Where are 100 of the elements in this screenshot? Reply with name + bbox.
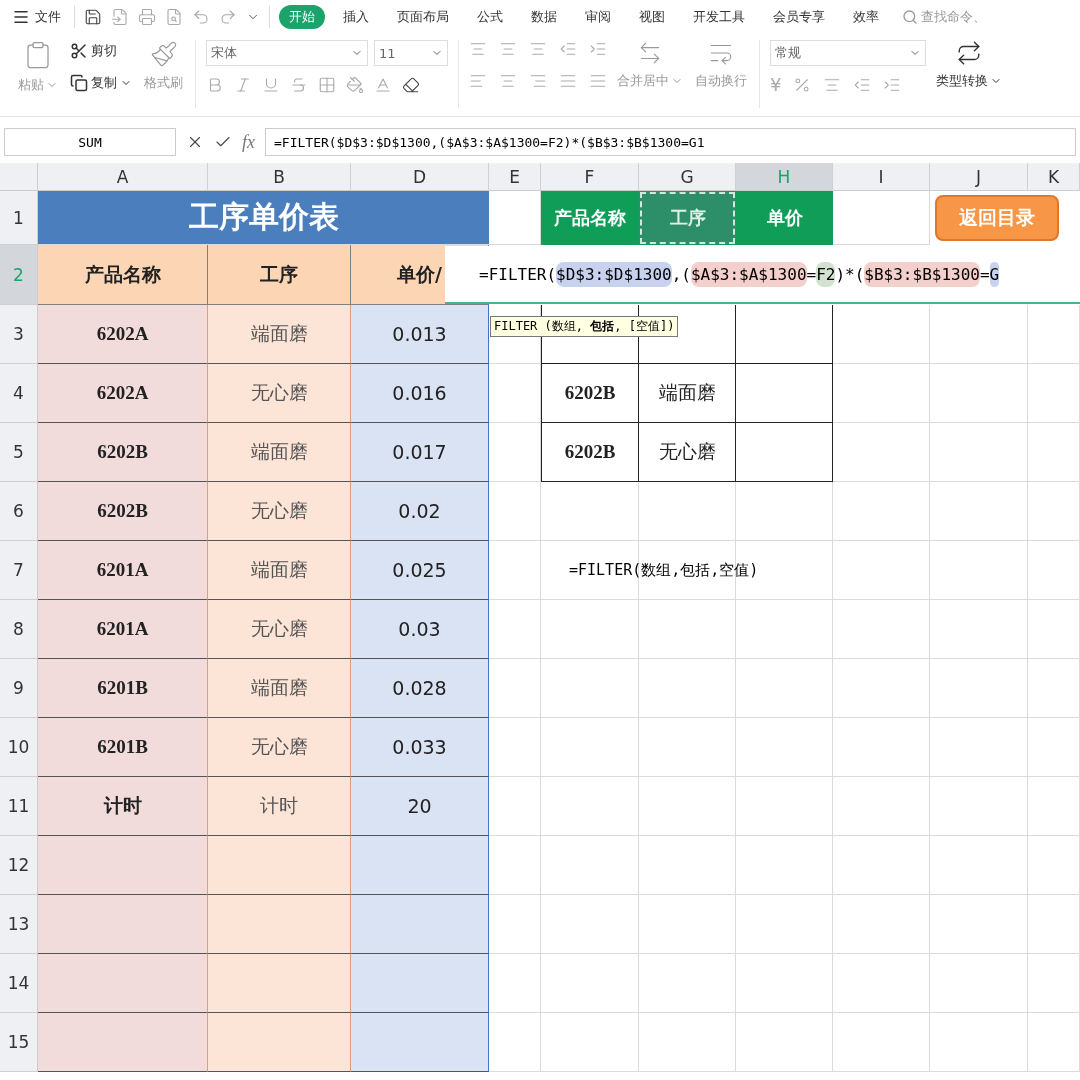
grid-cell[interactable] (1028, 600, 1080, 659)
redo-icon[interactable] (219, 8, 237, 26)
justify-icon[interactable] (559, 72, 577, 90)
grid-cell[interactable] (1028, 718, 1080, 777)
grid-cell[interactable] (833, 777, 930, 836)
grid-cell[interactable] (639, 895, 736, 954)
grid-cell[interactable] (1028, 423, 1080, 482)
grid-cell[interactable] (930, 895, 1028, 954)
grid-cell[interactable] (489, 541, 541, 600)
grid-cell[interactable] (736, 541, 833, 600)
grid-cell[interactable] (541, 895, 639, 954)
grid-cell[interactable] (489, 659, 541, 718)
row-header[interactable]: 7 (0, 541, 38, 600)
grid-cell[interactable] (736, 836, 833, 895)
font-color-icon[interactable] (374, 76, 392, 94)
thousands-icon[interactable] (823, 76, 842, 94)
grid-cell[interactable] (489, 191, 541, 245)
fill-color-icon[interactable] (346, 76, 364, 94)
underline-icon[interactable] (262, 76, 280, 94)
grid-cell[interactable] (489, 364, 541, 423)
grid-cell[interactable] (489, 836, 541, 895)
grid-cell[interactable] (489, 954, 541, 1013)
row-header[interactable]: 11 (0, 777, 38, 836)
grid-cell[interactable] (833, 541, 930, 600)
grid-cell[interactable] (639, 718, 736, 777)
grid-cell[interactable] (833, 364, 930, 423)
grid-cell[interactable] (736, 777, 833, 836)
grid-cell[interactable] (639, 600, 736, 659)
align-top-icon[interactable] (469, 40, 487, 58)
grid-cell[interactable] (930, 1013, 1028, 1072)
grid-cell[interactable] (489, 1013, 541, 1072)
grid-cell[interactable] (541, 659, 639, 718)
decimal-decrease-icon[interactable] (883, 76, 902, 94)
grid-cell[interactable] (1028, 541, 1080, 600)
row-header[interactable]: 1 (0, 191, 38, 245)
ribbon-tab[interactable]: 插入 (333, 5, 379, 29)
cell-formula-editor[interactable]: =FILTER($D$3:$D$1300,($A$3:$A$1300=F2)*($B$3:$B$1300=G (445, 246, 1080, 304)
row-header[interactable]: 4 (0, 364, 38, 423)
grid-cell[interactable] (541, 482, 639, 541)
grid-cell[interactable] (639, 836, 736, 895)
grid-cell[interactable] (833, 836, 930, 895)
grid-cell[interactable] (639, 954, 736, 1013)
grid-cell[interactable] (1028, 482, 1080, 541)
align-center-icon[interactable] (499, 72, 517, 90)
column-header[interactable]: I (833, 163, 930, 191)
ribbon-tab[interactable]: 公式 (467, 5, 513, 29)
grid-cell[interactable] (833, 482, 930, 541)
percent-icon[interactable] (793, 76, 812, 94)
save-icon[interactable] (84, 8, 102, 26)
grid-cell[interactable] (736, 482, 833, 541)
grid-cell[interactable] (833, 305, 930, 364)
number-format-select[interactable]: 常规 (770, 40, 926, 66)
column-header[interactable]: B (208, 163, 351, 191)
grid-cell[interactable] (930, 954, 1028, 1013)
row-header[interactable]: 13 (0, 895, 38, 954)
row-header[interactable]: 6 (0, 482, 38, 541)
grid-cell[interactable] (489, 895, 541, 954)
grid-cell[interactable] (541, 954, 639, 1013)
grid-cell[interactable] (833, 954, 930, 1013)
ribbon-tab[interactable]: 审阅 (575, 5, 621, 29)
column-header[interactable]: J (930, 163, 1028, 191)
formula-field[interactable]: =FILTER($D$3:$D$1300,($A$3:$A$1300=F2)*($B$3:$B$1300=G1 (265, 128, 1076, 156)
grid-cell[interactable] (639, 659, 736, 718)
row-header[interactable]: 14 (0, 954, 38, 1013)
italic-icon[interactable] (234, 76, 252, 94)
cut-button[interactable]: 剪切 (68, 40, 134, 62)
indent-increase-icon[interactable] (589, 40, 607, 58)
ribbon-tab[interactable]: 效率 (843, 5, 889, 29)
font-size-select[interactable]: 11 (374, 40, 448, 66)
align-bottom-icon[interactable] (529, 40, 547, 58)
grid-cell[interactable] (930, 541, 1028, 600)
preview-icon[interactable] (165, 8, 183, 26)
grid-cell[interactable] (833, 600, 930, 659)
grid-cell[interactable] (541, 600, 639, 659)
grid-cell[interactable] (833, 191, 930, 245)
insert-function-button[interactable]: fx (242, 131, 255, 153)
eraser-icon[interactable] (402, 76, 420, 94)
grid-cell[interactable] (489, 423, 541, 482)
column-header[interactable]: G (639, 163, 736, 191)
column-header[interactable]: F (541, 163, 639, 191)
grid-cell[interactable] (930, 836, 1028, 895)
grid-cell[interactable] (1028, 895, 1080, 954)
copy-button[interactable]: 复制 (68, 72, 134, 94)
decimal-increase-icon[interactable] (853, 76, 872, 94)
strikethrough-icon[interactable] (290, 76, 308, 94)
grid-cell[interactable] (1028, 305, 1080, 364)
name-box[interactable]: SUM (4, 128, 176, 156)
row-header[interactable]: 5 (0, 423, 38, 482)
grid-cell[interactable] (1028, 659, 1080, 718)
align-right-icon[interactable] (529, 72, 547, 90)
grid-cell[interactable] (541, 777, 639, 836)
font-name-select[interactable]: 宋体 (206, 40, 368, 66)
grid-cell[interactable] (833, 659, 930, 718)
grid-cell[interactable] (541, 718, 639, 777)
grid-cell[interactable] (1028, 364, 1080, 423)
grid-cell[interactable] (930, 305, 1028, 364)
print-icon[interactable] (138, 8, 156, 26)
grid-cell[interactable] (833, 1013, 930, 1072)
row-header[interactable]: 3 (0, 305, 38, 364)
ribbon-tab[interactable]: 开发工具 (683, 5, 755, 29)
